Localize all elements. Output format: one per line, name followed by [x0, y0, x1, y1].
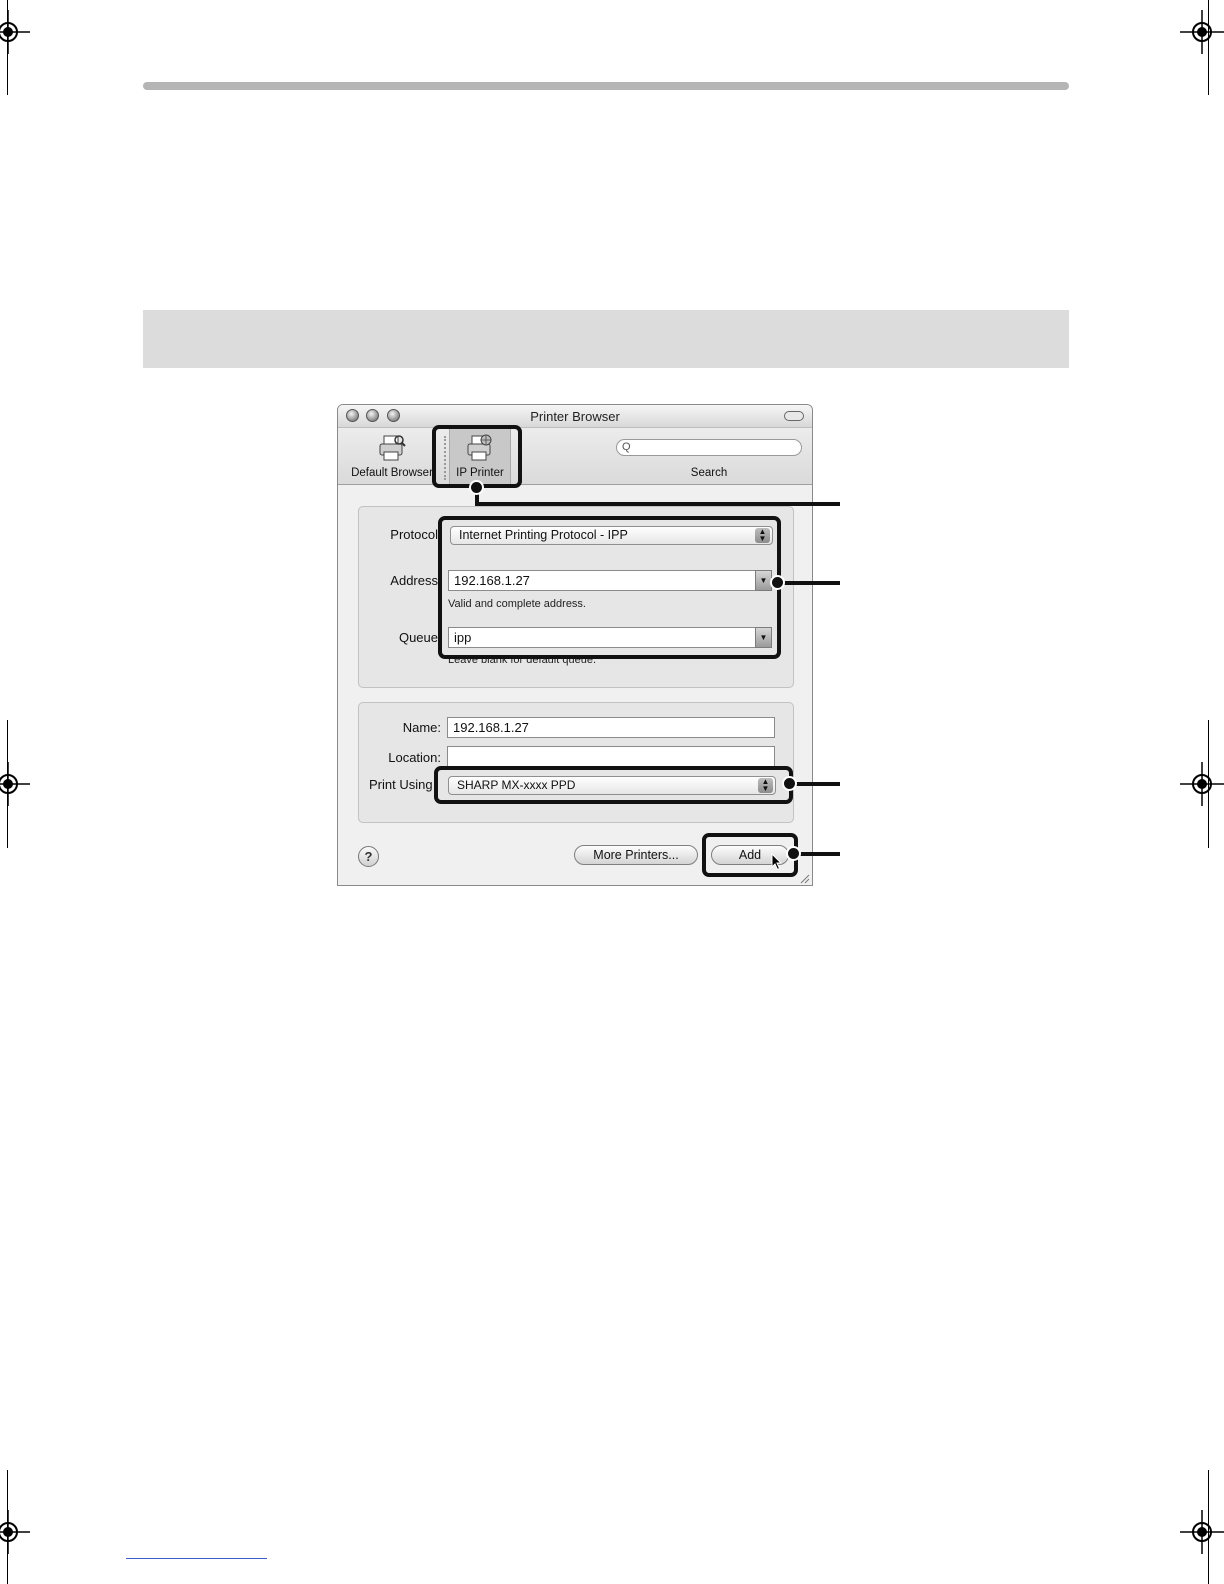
toolbar: Default Browser IP Printer Q Search — [338, 428, 812, 485]
callout-leader-connection — [779, 581, 840, 585]
name-field[interactable]: 192.168.1.27 — [447, 717, 775, 738]
callout-dot — [782, 776, 797, 791]
registration-mark-bottom-left — [0, 1510, 30, 1554]
trim-line — [7, 0, 8, 95]
callout-dot — [469, 480, 484, 495]
resize-grip-icon[interactable] — [798, 871, 810, 885]
registration-mark-top-left — [0, 10, 30, 54]
trim-line — [1208, 720, 1209, 848]
name-label: Name: — [402, 720, 441, 735]
registration-mark-top-right — [1180, 10, 1224, 54]
printer-icon — [377, 433, 407, 466]
search-label: Search — [616, 428, 802, 484]
callout-leader-ip-printer — [475, 502, 840, 506]
protocol-label: Protocol — [390, 527, 438, 542]
default-browser-label: Default Browser — [351, 467, 433, 479]
footer-link-underline — [126, 1558, 267, 1559]
registration-mark-mid-left — [0, 762, 30, 806]
registration-mark-bottom-right — [1180, 1510, 1224, 1554]
callout-highlight-add — [702, 833, 798, 877]
name-value: 192.168.1.27 — [453, 720, 529, 735]
page-top-rule — [143, 82, 1069, 90]
window-title: Printer Browser — [530, 409, 620, 424]
queue-label: Queue — [398, 630, 438, 645]
callout-dot — [786, 846, 801, 861]
callout-leader-print-using — [791, 782, 840, 786]
registration-mark-mid-right — [1180, 762, 1224, 806]
callout-highlight-ip-printer — [432, 425, 522, 488]
location-label: Location: — [388, 750, 441, 765]
callout-leader-add — [795, 852, 840, 856]
address-label: Address — [390, 573, 438, 588]
callout-dot — [770, 575, 785, 590]
toolbar-toggle-button[interactable] — [784, 411, 804, 421]
trim-line — [7, 1470, 8, 1584]
default-browser-tab[interactable]: Default Browser — [344, 428, 440, 484]
trim-line — [1208, 0, 1209, 95]
title-bar[interactable]: Printer Browser — [338, 405, 812, 428]
search-label-text: Search — [690, 467, 728, 479]
section-header-band — [143, 310, 1069, 368]
callout-highlight-connection — [438, 516, 781, 659]
trim-line — [1208, 1470, 1209, 1584]
location-field[interactable] — [447, 746, 775, 767]
help-button[interactable]: ? — [358, 846, 379, 867]
more-printers-button[interactable]: More Printers... — [574, 845, 698, 865]
trim-line — [7, 720, 8, 848]
callout-highlight-print-using — [434, 766, 793, 804]
